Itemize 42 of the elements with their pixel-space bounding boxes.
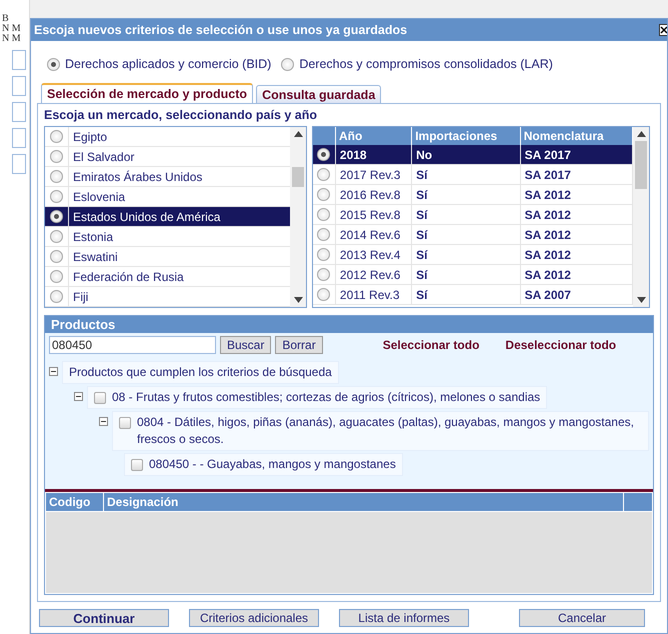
dialog-button[interactable]: Lista de informes — [339, 609, 469, 627]
tab[interactable]: Consulta guardada — [256, 85, 382, 103]
database-option[interactable]: Derechos y compromisos consolidados (LAR) — [281, 57, 553, 71]
database-option[interactable]: Derechos aplicados y comercio (BID) — [47, 57, 272, 71]
country-row[interactable]: Estonia — [45, 227, 290, 247]
deselect-all-link[interactable]: Deseleccionar todo — [505, 338, 616, 352]
window-title: Escoja nuevos criterios de selección o use unos ya guardados — [34, 23, 408, 37]
tree-item[interactable]: 0804 - Dátiles, higos, piñas (ananás), aguacates (paltas), guayabas, mangos y mangostanes, frescos o secos. — [112, 411, 649, 451]
panel-header: Productos — [45, 316, 653, 333]
country-row[interactable]: Fiji — [45, 287, 290, 307]
tab[interactable]: Selección de mercado y producto — [41, 83, 254, 103]
year-row[interactable]: 2013 Rev.4 Sí SA 2012 — [313, 245, 633, 265]
search-field[interactable]: 080450 — [49, 336, 216, 354]
year-row[interactable]: 2016 Rev.8 Sí SA 2012 — [313, 185, 633, 205]
year-row[interactable]: 2014 Rev.6 Sí SA 2012 — [313, 225, 633, 245]
country-row[interactable]: Eslovenia — [45, 187, 290, 207]
column-header: Codigo — [46, 493, 104, 511]
dialog-button[interactable]: Cancelar — [519, 609, 645, 627]
search-button[interactable]: Buscar — [220, 336, 272, 354]
tree-item[interactable]: 08 - Frutas y frutos comestibles; cortezas de agrios (cítricos), melones o sandias — [87, 386, 548, 409]
year-row[interactable]: 2015 Rev.8 Sí SA 2012 — [313, 205, 633, 225]
select-all-link[interactable]: Seleccionar todo — [382, 338, 480, 352]
tree-item[interactable]: Productos que cumplen los criterios de búsqueda — [62, 361, 339, 384]
country-row[interactable]: Egipto — [45, 127, 290, 147]
year-row[interactable]: 2017 Rev.3 Sí SA 2017 — [313, 165, 633, 185]
dialog-button[interactable]: Continuar — [39, 609, 169, 627]
background-text: N M — [1, 34, 22, 44]
background-text: N M — [1, 24, 22, 34]
country-row[interactable]: Estados Unidos de América — [45, 207, 290, 227]
column-header: Designación — [104, 493, 624, 511]
clear-button[interactable]: Borrar — [275, 336, 323, 354]
year-row[interactable]: 2018 No SA 2017 — [313, 145, 633, 165]
country-row[interactable]: Emiratos Árabes Unidos — [45, 167, 290, 187]
year-row[interactable]: 2012 Rev.6 Sí SA 2012 — [313, 265, 633, 285]
section-heading: Escoja un mercado, seleccionando país y año — [44, 108, 318, 124]
background-text: B — [1, 14, 10, 24]
country-row[interactable]: El Salvador — [45, 147, 290, 167]
dialog-button[interactable]: Criterios adicionales — [189, 609, 319, 627]
country-row[interactable]: Eswatini — [45, 247, 290, 267]
country-row[interactable]: Federación de Rusia — [45, 267, 290, 287]
year-row[interactable]: 2011 Rev.3 Sí SA 2007 — [313, 285, 633, 305]
tree-item[interactable]: 080450 - - Guayabas, mangos y mangostanes — [124, 453, 403, 476]
